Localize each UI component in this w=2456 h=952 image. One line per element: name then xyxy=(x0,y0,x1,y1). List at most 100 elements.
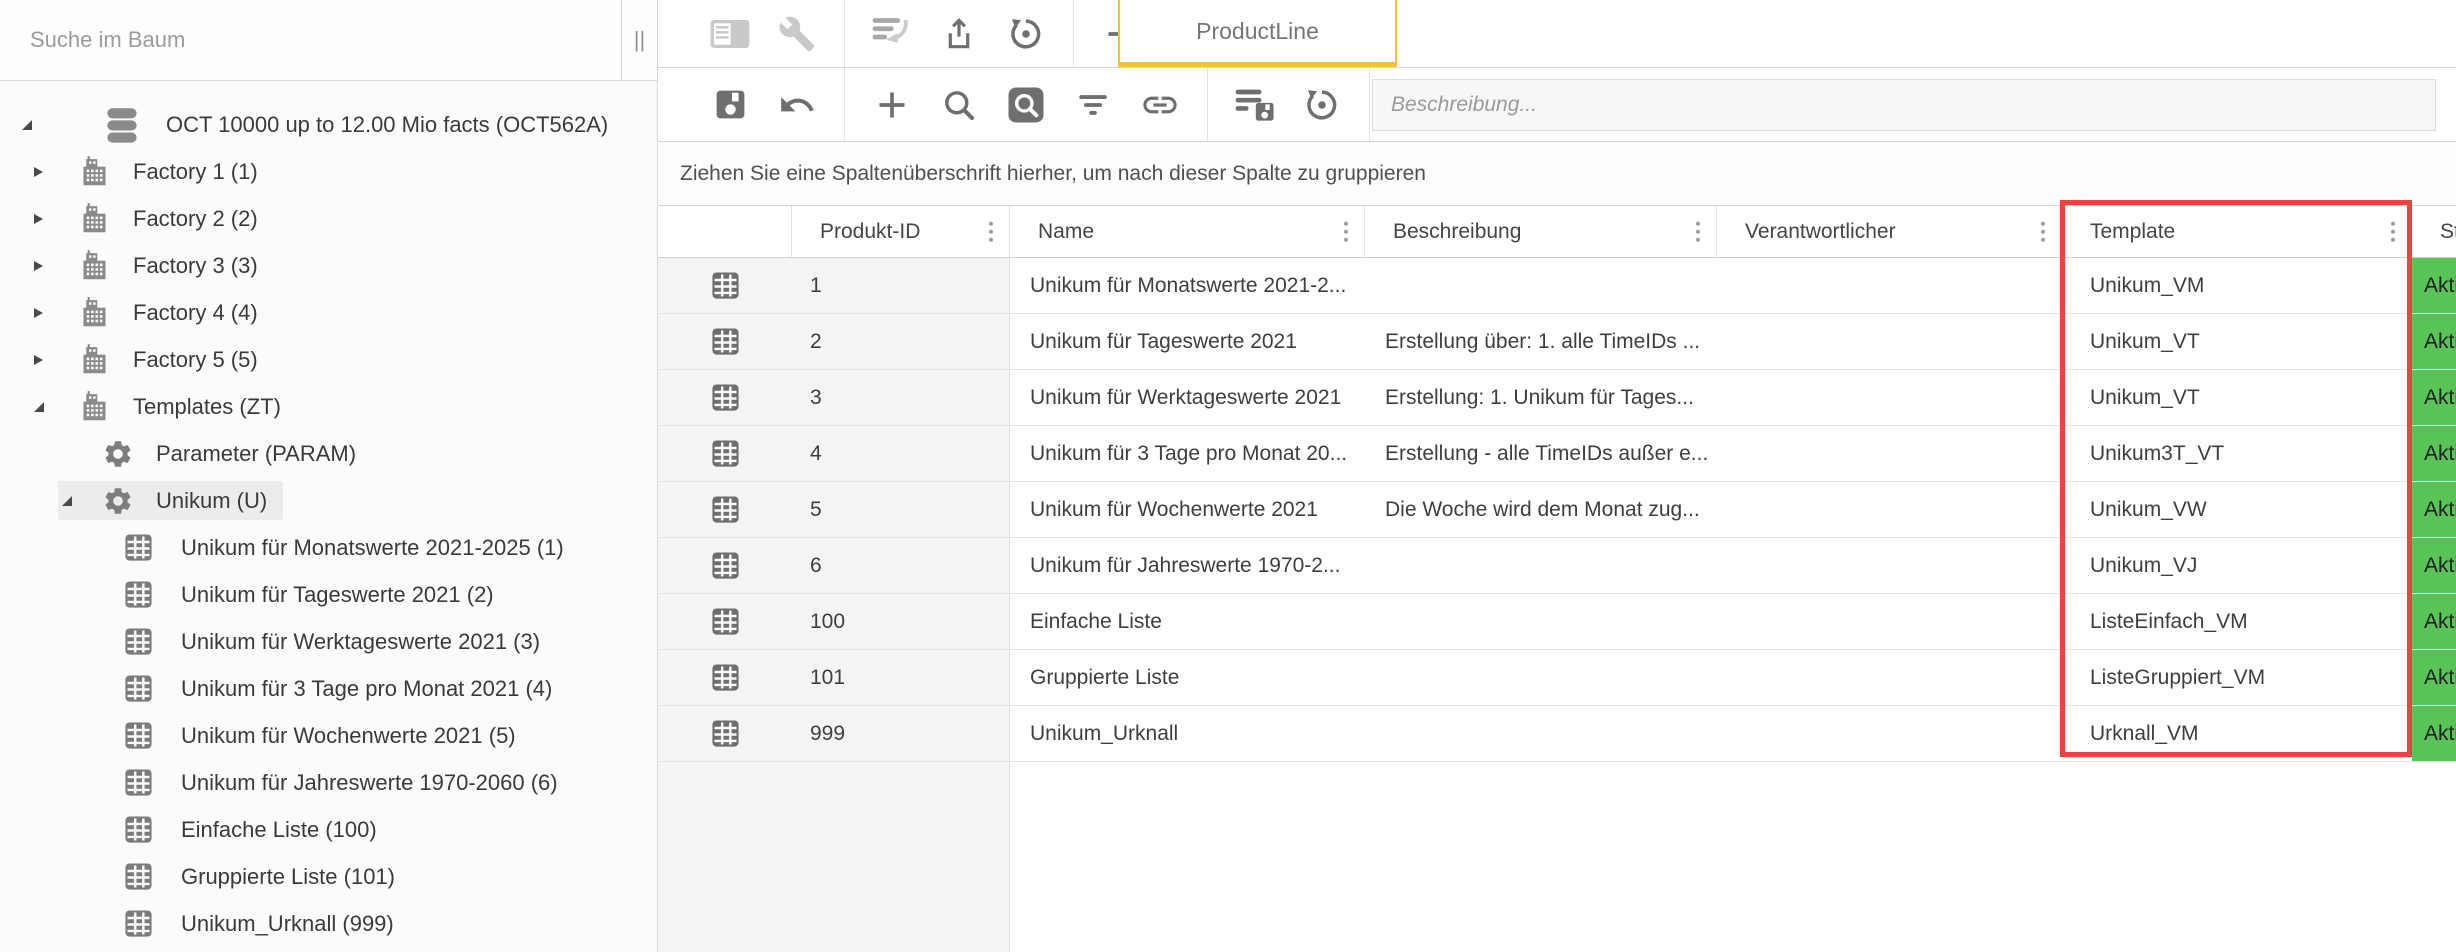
cell-status[interactable]: Aktiv xyxy=(2412,426,2456,481)
undo-button[interactable] xyxy=(777,83,817,127)
column-menu-icon[interactable] xyxy=(2391,221,2396,242)
wrench-button[interactable] xyxy=(777,12,817,56)
cell-verantwortlicher[interactable] xyxy=(1717,706,2062,761)
table-row[interactable]: 1Unikum für Monatswerte 2021-2...Unikum_… xyxy=(658,258,2456,314)
cell-produkt_id[interactable]: 3 xyxy=(792,370,1010,425)
header-cell-status[interactable]: Status xyxy=(2412,206,2456,257)
expander-collapsed-icon[interactable] xyxy=(34,167,60,177)
tree-item[interactable]: Unikum (U) xyxy=(0,477,656,524)
cell-row-icon[interactable] xyxy=(658,258,792,313)
expander-collapsed-icon[interactable] xyxy=(34,308,60,318)
cell-row-icon[interactable] xyxy=(658,370,792,425)
cell-status[interactable]: Aktiv xyxy=(2412,482,2456,537)
layout-save-button[interactable] xyxy=(1235,83,1275,127)
cell-status[interactable]: Aktiv xyxy=(2412,650,2456,705)
export-button[interactable] xyxy=(939,12,979,56)
cell-row-icon[interactable] xyxy=(658,650,792,705)
cell-row-icon[interactable] xyxy=(658,482,792,537)
cell-template[interactable]: Unikum3T_VT xyxy=(2062,426,2412,481)
cell-template[interactable]: Unikum_VT xyxy=(2062,314,2412,369)
cell-produkt_id[interactable]: 999 xyxy=(792,706,1010,761)
table-row[interactable]: 2Unikum für Tageswerte 2021Erstellung üb… xyxy=(658,314,2456,370)
header-cell-template[interactable]: Template xyxy=(2062,206,2412,257)
cell-template[interactable]: Urknall_VM xyxy=(2062,706,2412,761)
expander-expanded-icon[interactable] xyxy=(34,402,60,412)
cell-verantwortlicher[interactable] xyxy=(1717,258,2062,313)
header-cell-verantwortlicher[interactable]: Verantwortlicher xyxy=(1717,206,2062,257)
cell-name[interactable]: Unikum für Jahreswerte 1970-2... xyxy=(1010,538,1365,593)
column-menu-icon[interactable] xyxy=(1696,221,1701,242)
cell-status[interactable]: Aktiv xyxy=(2412,314,2456,369)
cell-name[interactable]: Einfache Liste xyxy=(1010,594,1365,649)
tree-search-input[interactable] xyxy=(0,0,621,80)
cell-produkt_id[interactable]: 101 xyxy=(792,650,1010,705)
hide-detail-button[interactable] xyxy=(872,12,912,56)
cell-verantwortlicher[interactable] xyxy=(1717,538,2062,593)
cell-beschreibung[interactable] xyxy=(1365,258,1717,313)
table-row[interactable]: 6Unikum für Jahreswerte 1970-2...Unikum_… xyxy=(658,538,2456,594)
cell-produkt_id[interactable]: 4 xyxy=(792,426,1010,481)
tree-item[interactable]: Gruppierte Liste (101) xyxy=(0,853,656,900)
search-button[interactable] xyxy=(939,83,979,127)
cell-verantwortlicher[interactable] xyxy=(1717,482,2062,537)
column-menu-icon[interactable] xyxy=(2041,221,2046,242)
cell-status[interactable]: Aktiv xyxy=(2412,370,2456,425)
table-row[interactable]: 999Unikum_Urknall Urknall_VMAktiv xyxy=(658,706,2456,762)
cell-status[interactable]: Aktiv xyxy=(2412,594,2456,649)
cell-template[interactable]: Unikum_VJ xyxy=(2062,538,2412,593)
cell-beschreibung[interactable]: Die Woche wird dem Monat zug... xyxy=(1365,482,1717,537)
cell-beschreibung[interactable] xyxy=(1365,706,1717,761)
cell-name[interactable]: Unikum für Wochenwerte 2021 xyxy=(1010,482,1365,537)
cell-beschreibung[interactable] xyxy=(1365,650,1717,705)
panel-splitter-handle[interactable]: || xyxy=(621,0,657,80)
cell-name[interactable]: Unikum_Urknall xyxy=(1010,706,1365,761)
tree-item[interactable]: Unikum für Werktageswerte 2021 (3) xyxy=(0,618,656,665)
reading-pane-button[interactable] xyxy=(710,12,750,56)
layout-history-button[interactable] xyxy=(1302,83,1342,127)
tree-item[interactable]: Unikum für Tageswerte 2021 (2) xyxy=(0,571,656,618)
tree-item[interactable]: Unikum_Urknall (999) xyxy=(0,900,656,947)
cell-row-icon[interactable] xyxy=(658,594,792,649)
table-row[interactable]: 101Gruppierte ListeListeGruppiert_VMAkti… xyxy=(658,650,2456,706)
link-button[interactable] xyxy=(1140,83,1180,127)
tree-item[interactable]: Unikum für Wochenwerte 2021 (5) xyxy=(0,712,656,759)
cell-name[interactable]: Unikum für Werktageswerte 2021 xyxy=(1010,370,1365,425)
tree-item[interactable]: Factory 5 (5) xyxy=(0,336,656,383)
add-row-button[interactable] xyxy=(872,83,912,127)
tree-item[interactable]: Factory 2 (2) xyxy=(0,195,656,242)
cell-template[interactable]: Unikum_VW xyxy=(2062,482,2412,537)
cell-beschreibung[interactable]: Erstellung - alle TimeIDs außer e... xyxy=(1365,426,1717,481)
tab-productline[interactable]: ProductLine xyxy=(1118,0,1397,67)
save-button[interactable] xyxy=(710,83,750,127)
cell-beschreibung[interactable]: Erstellung über: 1. alle TimeIDs ... xyxy=(1365,314,1717,369)
header-cell-beschreibung[interactable]: Beschreibung xyxy=(1365,206,1717,257)
table-row[interactable]: 100Einfache ListeListeEinfach_VMAktiv xyxy=(658,594,2456,650)
expander-expanded-icon[interactable] xyxy=(62,496,88,506)
column-menu-icon[interactable] xyxy=(1344,221,1349,242)
cell-produkt_id[interactable]: 100 xyxy=(792,594,1010,649)
cell-template[interactable]: Unikum_VT xyxy=(2062,370,2412,425)
cell-row-icon[interactable] xyxy=(658,314,792,369)
cell-status[interactable]: Aktiv xyxy=(2412,706,2456,761)
cell-row-icon[interactable] xyxy=(658,538,792,593)
table-row[interactable]: 5Unikum für Wochenwerte 2021Die Woche wi… xyxy=(658,482,2456,538)
search-advanced-button[interactable] xyxy=(1006,83,1046,127)
cell-beschreibung[interactable] xyxy=(1365,594,1717,649)
header-cell-name[interactable]: Name xyxy=(1010,206,1365,257)
cell-row-icon[interactable] xyxy=(658,706,792,761)
cell-name[interactable]: Gruppierte Liste xyxy=(1010,650,1365,705)
cell-row-icon[interactable] xyxy=(658,426,792,481)
cell-verantwortlicher[interactable] xyxy=(1717,426,2062,481)
cell-verantwortlicher[interactable] xyxy=(1717,650,2062,705)
tree-item[interactable]: Unikum für 3 Tage pro Monat 2021 (4) xyxy=(0,665,656,712)
tree-item[interactable]: Parameter (PARAM) xyxy=(0,430,656,477)
cell-status[interactable]: Aktiv xyxy=(2412,258,2456,313)
cell-beschreibung[interactable] xyxy=(1365,538,1717,593)
cell-name[interactable]: Unikum für Monatswerte 2021-2... xyxy=(1010,258,1365,313)
cell-verantwortlicher[interactable] xyxy=(1717,314,2062,369)
tree-item[interactable]: Templates (ZT) xyxy=(0,383,656,430)
revert-history-button[interactable] xyxy=(1006,12,1046,56)
expander-collapsed-icon[interactable] xyxy=(34,214,60,224)
cell-beschreibung[interactable]: Erstellung: 1. Unikum für Tages... xyxy=(1365,370,1717,425)
cell-verantwortlicher[interactable] xyxy=(1717,370,2062,425)
